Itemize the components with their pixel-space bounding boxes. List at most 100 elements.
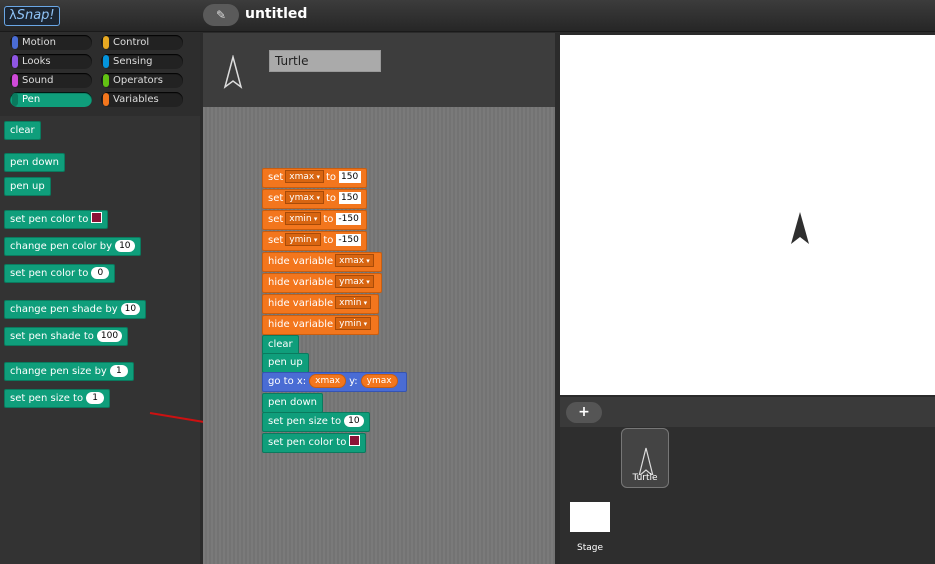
palette-block-set-pen-color-number[interactable]: set pen color to 0 — [4, 264, 116, 283]
category-selector: Motion Control Looks Sensing Sound Opera… — [0, 32, 200, 116]
variable-dropdown[interactable]: xmax — [335, 254, 374, 267]
value-slot[interactable]: -150 — [336, 213, 361, 225]
value-slot[interactable]: 150 — [339, 171, 362, 183]
category-label: Variables — [113, 94, 159, 105]
variable-dropdown[interactable]: ymax — [285, 191, 324, 204]
script-hide-variable[interactable]: hide variable ymin — [262, 315, 380, 335]
value-slot[interactable]: 150 — [339, 192, 362, 204]
script-area[interactable]: setxmaxto150 setymaxto150 setxminto-150 … — [203, 107, 555, 564]
palette-block-set-pen-shade[interactable]: set pen shade to 100 — [4, 327, 129, 346]
block-palette: clear pen down pen up set pen color to c… — [0, 116, 200, 564]
script-set-variable[interactable]: setxmaxto150 — [262, 168, 368, 188]
variable-dropdown[interactable]: xmin — [285, 212, 322, 225]
variable-reporter[interactable]: xmax — [309, 374, 347, 388]
category-label: Looks — [22, 56, 51, 67]
number-slot[interactable]: 10 — [344, 415, 364, 427]
block-label: pen up — [268, 357, 303, 368]
category-control[interactable]: Control — [101, 35, 183, 50]
category-motion[interactable]: Motion — [10, 35, 92, 50]
category-color-dot — [12, 55, 18, 68]
variable-dropdown[interactable]: ymin — [285, 233, 322, 246]
turtle-icon — [638, 447, 654, 475]
stage-thumbnail[interactable] — [570, 502, 610, 532]
block-label: clear — [10, 125, 35, 136]
sprite-tile-turtle[interactable]: Turtle — [621, 428, 669, 488]
value-slot[interactable]: -150 — [336, 234, 361, 246]
script-pen-down[interactable]: pen down — [262, 393, 323, 413]
add-sprite-button[interactable]: + — [566, 402, 602, 423]
number-slot[interactable]: 100 — [96, 330, 123, 342]
palette-block-change-pen-color[interactable]: change pen color by 10 — [4, 237, 141, 256]
block-label: set pen color to — [268, 437, 347, 448]
block-label: go to x: — [268, 376, 307, 387]
category-color-dot — [103, 93, 109, 106]
sprite-tile-label: Turtle — [632, 473, 658, 483]
category-color-dot — [12, 93, 18, 106]
script-clear[interactable]: clear — [262, 335, 299, 355]
palette-block-change-pen-shade[interactable]: change pen shade by 10 — [4, 300, 147, 319]
script-set-pen-color[interactable]: set pen color to — [262, 433, 367, 453]
script-set-pen-size[interactable]: set pen size to 10 — [262, 412, 370, 432]
block-label: pen up — [10, 181, 45, 192]
plus-icon: + — [578, 404, 590, 420]
block-label: set — [268, 235, 284, 246]
variable-dropdown[interactable]: xmax — [285, 170, 324, 183]
number-slot[interactable]: 10 — [115, 240, 135, 252]
variable-dropdown[interactable]: xmin — [335, 296, 372, 309]
number-slot[interactable]: 0 — [91, 267, 110, 279]
snap-logo[interactable]: λSnap! — [4, 6, 60, 26]
project-menu-button[interactable]: ✎ — [203, 4, 239, 26]
logo-text: Snap! — [16, 8, 55, 23]
script-pen-up[interactable]: pen up — [262, 353, 309, 373]
block-label: pen down — [10, 157, 59, 168]
block-label: hide variable — [268, 277, 334, 288]
script-hide-variable[interactable]: hide variable xmax — [262, 252, 382, 272]
color-swatch[interactable] — [91, 212, 103, 223]
number-slot[interactable]: 10 — [120, 303, 141, 315]
snap-editor: λSnap! ✎ untitled Motion Control Looks S… — [0, 0, 935, 564]
block-label: to — [325, 172, 337, 183]
variable-dropdown[interactable]: ymin — [335, 317, 372, 330]
number-slot[interactable]: 1 — [109, 365, 128, 377]
block-label: clear — [268, 339, 293, 350]
block-label: to — [323, 214, 334, 225]
palette-block-set-pen-size[interactable]: set pen size to 1 — [4, 389, 111, 408]
block-label: change pen shade by — [10, 304, 118, 315]
script-set-variable[interactable]: setymaxto150 — [262, 189, 368, 209]
script-go-to-xy[interactable]: go to x: xmax y: ymax — [262, 372, 407, 392]
color-swatch[interactable] — [349, 435, 361, 446]
palette-block-set-pen-color[interactable]: set pen color to — [4, 210, 109, 229]
category-color-dot — [12, 36, 18, 49]
block-label: to — [325, 193, 337, 204]
category-looks[interactable]: Looks — [10, 54, 92, 69]
sprite-name-field[interactable]: Turtle — [269, 50, 381, 72]
palette-block-change-pen-size[interactable]: change pen size by 1 — [4, 362, 134, 381]
palette-block-pen-up[interactable]: pen up — [4, 177, 51, 196]
block-label: set — [268, 172, 284, 183]
stage[interactable] — [560, 35, 935, 395]
category-operators[interactable]: Operators — [101, 73, 183, 88]
script-set-variable[interactable]: setxminto-150 — [262, 210, 367, 230]
script-set-variable[interactable]: setyminto-150 — [262, 231, 367, 251]
category-variables[interactable]: Variables — [101, 92, 183, 107]
variable-dropdown[interactable]: ymax — [335, 275, 374, 288]
palette-block-clear[interactable]: clear — [4, 121, 41, 140]
stage-label: Stage — [576, 543, 603, 553]
number-slot[interactable]: 1 — [86, 392, 105, 404]
script-hide-variable[interactable]: hide variable xmin — [262, 294, 380, 314]
category-label: Operators — [113, 75, 163, 86]
category-color-dot — [103, 36, 109, 49]
category-label: Control — [113, 37, 150, 48]
turtle-sprite[interactable] — [790, 211, 810, 245]
category-color-dot — [12, 74, 18, 87]
variable-reporter[interactable]: ymax — [360, 374, 398, 388]
category-label: Sound — [22, 75, 54, 86]
block-label: set pen size to — [268, 416, 342, 427]
block-label: set pen color to — [10, 214, 89, 225]
script-hide-variable[interactable]: hide variable ymax — [262, 273, 382, 293]
block-label: set — [268, 193, 284, 204]
category-pen[interactable]: Pen — [10, 92, 92, 107]
category-sensing[interactable]: Sensing — [101, 54, 183, 69]
category-sound[interactable]: Sound — [10, 73, 92, 88]
palette-block-pen-down[interactable]: pen down — [4, 153, 65, 172]
